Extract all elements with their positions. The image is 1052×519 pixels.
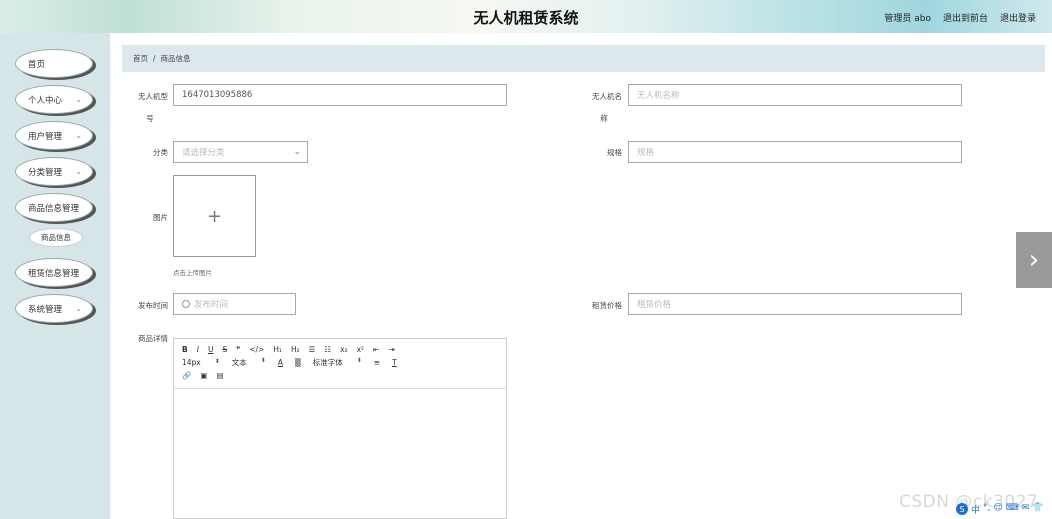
background-color-icon[interactable]: ▒: [295, 358, 301, 367]
category-label: 分类: [153, 148, 168, 157]
h1-button[interactable]: H₁: [273, 345, 282, 354]
breadcrumb-home[interactable]: 首页: [133, 53, 148, 64]
indent-button[interactable]: ⇥: [388, 345, 394, 354]
sidebar-item-product-management[interactable]: 商品信息管理: [15, 193, 93, 222]
model-label-cont: 号: [146, 114, 154, 123]
sidebar-item-system-management[interactable]: 系统管理 ⌄: [15, 294, 93, 323]
h2-button[interactable]: H₂: [291, 345, 300, 354]
admin-name: 管理员 abo: [884, 14, 931, 24]
clock-icon: [182, 300, 190, 308]
font-size-select[interactable]: 14px ⬍: [182, 358, 220, 367]
next-arrow-button[interactable]: ›: [1016, 232, 1052, 288]
bold-button[interactable]: B: [182, 345, 188, 354]
top-header: 无人机租赁系统 管理员 abo 退出到前台 退出登录: [0, 0, 1052, 33]
ime-logo-icon: S: [956, 503, 968, 515]
updown-icon: ⬍: [356, 357, 362, 364]
ordered-list-button[interactable]: ☰: [309, 345, 316, 354]
chevron-down-icon: ⌄: [75, 304, 82, 313]
font-color-icon[interactable]: A: [278, 358, 283, 367]
code-button[interactable]: </>: [249, 345, 264, 354]
toolbar-row-2: 14px ⬍ 文本 ⬍ A ▒ 标准字体 ⬍ ≡ T: [182, 356, 498, 369]
ime-chinese-mode[interactable]: 中: [971, 503, 980, 516]
chevron-down-icon: ⌄: [75, 131, 82, 140]
sidebar-item-user-management[interactable]: 用户管理 ⌄: [15, 121, 93, 150]
back-to-front-link[interactable]: 退出到前台: [943, 11, 988, 24]
breadcrumb: 首页 / 商品信息: [122, 45, 1045, 72]
plus-icon: +: [206, 205, 223, 227]
publish-time-input[interactable]: 发布时间: [173, 293, 296, 315]
breadcrumb-current: 商品信息: [160, 54, 191, 63]
logout-link[interactable]: 退出登录: [1000, 11, 1036, 24]
name-label-cont: 称: [600, 114, 608, 123]
editor-content-area[interactable]: [174, 389, 506, 519]
updown-icon: ⬍: [260, 357, 266, 364]
italic-button[interactable]: I: [197, 345, 199, 354]
model-input[interactable]: 1647013095886: [173, 84, 507, 106]
chevron-down-icon: ⌄: [293, 147, 301, 157]
rich-text-editor[interactable]: B I U S ❞ </> H₁ H₂ ☰ ☷ x₂ x² ⇤ ⇥ 14px ⬍ …: [173, 338, 507, 519]
toolbar-row-3: 🔗 ▣ ▤: [182, 369, 498, 382]
clear-format-icon[interactable]: T: [392, 358, 397, 367]
subscript-button[interactable]: x₂: [340, 345, 347, 354]
editor-toolbar: B I U S ❞ </> H₁ H₂ ☰ ☷ x₂ x² ⇤ ⇥ 14px ⬍ …: [174, 339, 506, 389]
user-links: 管理员 abo 退出到前台 退出登录: [884, 11, 1036, 24]
spec-label: 规格: [607, 148, 622, 157]
sidebar-subitem-product-info[interactable]: 商品信息: [29, 228, 83, 247]
toolbar-row-1: B I U S ❞ </> H₁ H₂ ☰ ☷ x₂ x² ⇤ ⇥: [182, 343, 498, 356]
video-icon[interactable]: ▤: [216, 371, 223, 380]
breadcrumb-separator: /: [153, 54, 156, 63]
name-input[interactable]: 无人机名称: [628, 84, 962, 106]
align-icon[interactable]: ≡: [374, 358, 380, 367]
upload-tip: 点击上传图片: [173, 269, 212, 277]
strike-button[interactable]: S: [222, 345, 227, 354]
model-label: 无人机型: [138, 92, 168, 101]
updown-icon: ⬍: [214, 358, 220, 365]
ime-toolbar[interactable]: S 中 °, ☺ ⌨ ✉ 👕: [956, 503, 1044, 516]
sidebar-item-home[interactable]: 首页: [15, 49, 93, 78]
sidebar-item-personal-center[interactable]: 个人中心 ⌄: [15, 85, 93, 114]
chevron-down-icon: ⌄: [75, 167, 82, 176]
name-label: 无人机名: [592, 92, 622, 101]
ime-keyboard-icon[interactable]: ⌨: [1006, 503, 1019, 516]
underline-button[interactable]: U: [208, 345, 214, 354]
publish-time-label: 发布时间: [138, 301, 168, 310]
superscript-button[interactable]: x²: [357, 345, 364, 354]
image-icon[interactable]: ▣: [200, 371, 207, 380]
ime-skin-icon[interactable]: 👕: [1032, 503, 1043, 516]
sidebar: 首页 个人中心 ⌄ 用户管理 ⌄ 分类管理 ⌄ 商品信息管理 商品信息 租赁信息…: [0, 33, 110, 519]
sidebar-item-category-management[interactable]: 分类管理 ⌄: [15, 157, 93, 186]
image-label: 图片: [153, 213, 168, 222]
link-icon[interactable]: 🔗: [182, 371, 191, 380]
ime-emoji-icon[interactable]: ☺: [993, 503, 1002, 516]
spec-input[interactable]: 规格: [628, 141, 962, 163]
category-select[interactable]: 请选择分类 ⌄: [173, 141, 308, 163]
font-family-select[interactable]: 标准字体 ⬍: [313, 357, 362, 368]
price-label: 租赁价格: [592, 301, 622, 310]
ime-mail-icon[interactable]: ✉: [1022, 503, 1030, 516]
outdent-button[interactable]: ⇤: [373, 345, 379, 354]
bullet-list-button[interactable]: ☷: [324, 345, 331, 354]
sidebar-item-rental-management[interactable]: 租赁信息管理: [15, 258, 93, 287]
ime-punctuation[interactable]: °,: [983, 503, 990, 516]
chevron-down-icon: ⌄: [75, 95, 82, 104]
quote-button[interactable]: ❞: [236, 345, 240, 354]
detail-label: 商品详情: [138, 334, 168, 343]
text-style-select[interactable]: 文本 ⬍: [232, 357, 266, 368]
image-upload-box[interactable]: +: [173, 175, 256, 257]
price-input[interactable]: 租赁价格: [628, 293, 962, 315]
